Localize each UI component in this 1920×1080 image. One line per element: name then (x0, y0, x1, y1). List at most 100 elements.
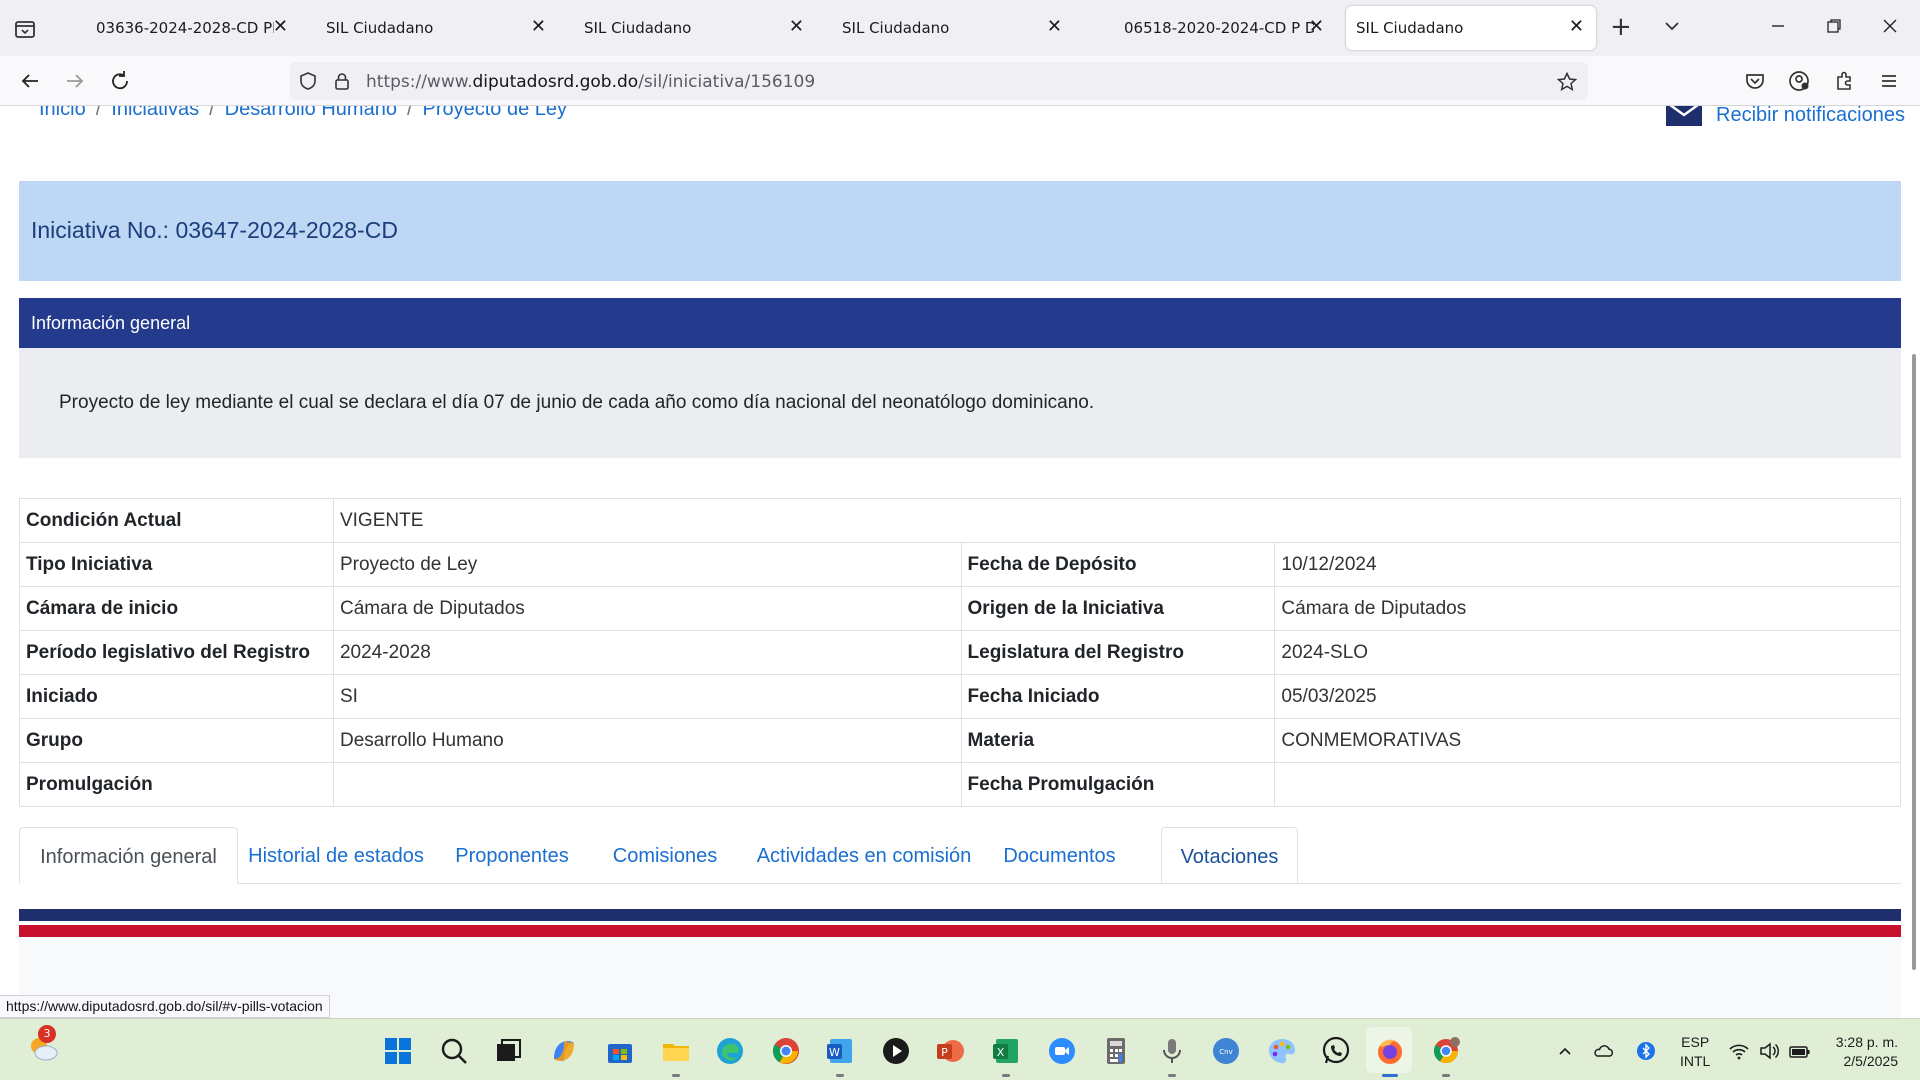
firefox-icon[interactable] (1374, 1035, 1406, 1067)
list-all-tabs-icon[interactable] (12, 16, 38, 42)
start-windows-icon[interactable] (382, 1035, 414, 1067)
canva-icon[interactable]: Cnv (1210, 1035, 1242, 1067)
footer-stripe-red (19, 925, 1901, 937)
word-icon[interactable]: W (824, 1035, 856, 1067)
search-icon[interactable] (438, 1035, 470, 1067)
back-icon[interactable] (17, 68, 43, 94)
close-tab-icon[interactable]: ✕ (789, 17, 804, 37)
url-prefix: https://www. (366, 72, 473, 92)
browser-navigation-bar: https://www.diputadosrd.gob.do/sil/inici… (0, 56, 1920, 106)
iniciado-label: Iniciado (19, 674, 334, 719)
browser-tab[interactable]: 06518-2020-2024-CD P DEP ✕ (1112, 6, 1328, 50)
browser-tab[interactable]: 03636-2024-2028-CD PROYE ✕ (84, 6, 300, 50)
breadcrumb-link-proyecto-de-ley[interactable]: Proyecto de Ley (423, 106, 568, 120)
url-path: /sil/iniciativa/156109 (638, 72, 816, 92)
page-scrollbar[interactable] (1912, 354, 1916, 970)
breadcrumb: Inicio / Iniciativas / Desarrollo Humano / Pro… (39, 106, 567, 121)
tab-label: Comisiones (612, 845, 718, 867)
forward-icon[interactable] (62, 68, 88, 94)
browser-tab[interactable]: SIL Ciudadano ✕ (314, 6, 558, 50)
breadcrumb-link-iniciativas[interactable]: Iniciativas (111, 106, 199, 120)
edge-icon[interactable] (714, 1035, 746, 1067)
tab-proponentes[interactable]: Proponentes (434, 827, 590, 884)
restore-icon[interactable] (1822, 14, 1846, 38)
onedrive-icon[interactable] (1592, 1041, 1614, 1061)
lock-icon[interactable] (332, 71, 352, 91)
breadcrumb-link-inicio[interactable]: Inicio (39, 106, 86, 120)
microphone-app-icon[interactable] (1156, 1035, 1188, 1067)
reload-icon[interactable] (107, 68, 133, 94)
close-tab-icon[interactable]: ✕ (1047, 17, 1062, 37)
svg-text:X: X (997, 1046, 1005, 1059)
fecha-promulgacion-value (1274, 762, 1901, 807)
copilot-icon[interactable] (548, 1035, 580, 1067)
microsoft-store-icon[interactable] (604, 1035, 636, 1067)
tab-title: SIL Ciudadano (842, 19, 950, 37)
calculator-icon[interactable] (1100, 1035, 1132, 1067)
media-player-icon[interactable] (880, 1035, 912, 1067)
chevron-down-icon[interactable] (1660, 14, 1684, 38)
initiative-header-panel: Iniciativa No.: 03647-2024-2028-CD (19, 181, 1901, 281)
link-status-bar: https://www.diputadosrd.gob.do/sil/#v-pi… (0, 995, 330, 1018)
tab-actividades-comision[interactable]: Actividades en comisión (740, 827, 988, 884)
account-icon[interactable] (1786, 68, 1812, 94)
paint-icon[interactable] (1266, 1035, 1298, 1067)
running-indicator (1168, 1074, 1176, 1077)
excel-icon[interactable]: X (990, 1035, 1022, 1067)
tab-documentos[interactable]: Documentos (988, 827, 1131, 884)
tab-votaciones[interactable]: Votaciones (1161, 827, 1298, 884)
extensions-icon[interactable] (1831, 68, 1857, 94)
fecha-iniciado-value: 05/03/2025 (1274, 674, 1901, 719)
promulgacion-value (332, 762, 962, 807)
close-tab-icon[interactable]: ✕ (1569, 17, 1584, 37)
tab-title: SIL Ciudadano (326, 19, 434, 37)
breadcrumb-separator: / (95, 106, 102, 120)
camara-value: Cámara de Diputados (332, 586, 962, 631)
show-hidden-icons-chevron-icon[interactable] (1555, 1041, 1575, 1061)
battery-icon[interactable] (1788, 1041, 1810, 1061)
active-indicator (1382, 1074, 1398, 1077)
pocket-icon[interactable] (1742, 68, 1768, 94)
chrome-profile-icon[interactable] (1430, 1035, 1462, 1067)
description-panel: Proyecto de ley mediante el cual se decl… (19, 348, 1901, 458)
minimize-icon[interactable] (1766, 14, 1790, 38)
tab-label: Proponentes (455, 845, 569, 867)
tab-historial-estados[interactable]: Historial de estados (238, 827, 434, 884)
address-bar[interactable]: https://www.diputadosrd.gob.do/sil/inici… (290, 62, 1588, 100)
periodo-label: Período legislativo del Registro (19, 630, 334, 675)
bookmark-star-icon[interactable] (1556, 71, 1578, 92)
tracking-protection-shield-icon[interactable] (298, 71, 318, 91)
menu-icon[interactable] (1876, 68, 1902, 94)
zoom-icon[interactable] (1046, 1035, 1078, 1067)
close-tab-icon[interactable]: ✕ (531, 17, 546, 37)
bluetooth-icon[interactable] (1636, 1041, 1656, 1061)
tab-comisiones[interactable]: Comisiones (590, 827, 740, 884)
powerpoint-icon[interactable]: P (934, 1035, 966, 1067)
url-text[interactable]: https://www.diputadosrd.gob.do/sil/inici… (366, 72, 815, 92)
close-tab-icon[interactable]: ✕ (273, 17, 288, 37)
browser-tab[interactable]: SIL Ciudadano ✕ (572, 6, 816, 50)
close-window-icon[interactable] (1878, 14, 1902, 38)
task-view-icon[interactable] (492, 1035, 524, 1067)
tab-label: Votaciones (1180, 846, 1279, 868)
new-tab-icon[interactable]: + (1610, 13, 1632, 41)
chrome-icon[interactable] (770, 1035, 802, 1067)
origen-value: Cámara de Diputados (1274, 586, 1901, 631)
table-row: Condición Actual VIGENTE (19, 498, 1902, 543)
close-tab-icon[interactable]: ✕ (1309, 17, 1324, 37)
fecha-iniciado-label: Fecha Iniciado (960, 674, 1276, 719)
legislatura-value: 2024-SLO (1274, 630, 1901, 675)
table-row: Período legislativo del Registro 2024-20… (19, 630, 1901, 675)
wifi-icon[interactable] (1728, 1041, 1749, 1061)
file-explorer-icon[interactable] (660, 1035, 692, 1067)
tab-informacion-general[interactable]: Información general (19, 827, 238, 884)
input-language-indicator[interactable]: ESP INTL (1680, 1033, 1710, 1071)
system-clock[interactable]: 3:28 p. m. 2/5/2025 (1826, 1033, 1898, 1071)
browser-tab[interactable]: SIL Ciudadano ✕ (830, 6, 1074, 50)
volume-icon[interactable] (1758, 1041, 1780, 1061)
tab-title: 06518-2020-2024-CD P DEP (1124, 19, 1314, 37)
url-domain: diputadosrd.gob.do (472, 72, 639, 92)
browser-tab-active[interactable]: SIL Ciudadano ✕ (1346, 6, 1596, 50)
whatsapp-icon[interactable] (1320, 1035, 1352, 1067)
breadcrumb-link-desarrollo-humano[interactable]: Desarrollo Humano (225, 106, 397, 120)
